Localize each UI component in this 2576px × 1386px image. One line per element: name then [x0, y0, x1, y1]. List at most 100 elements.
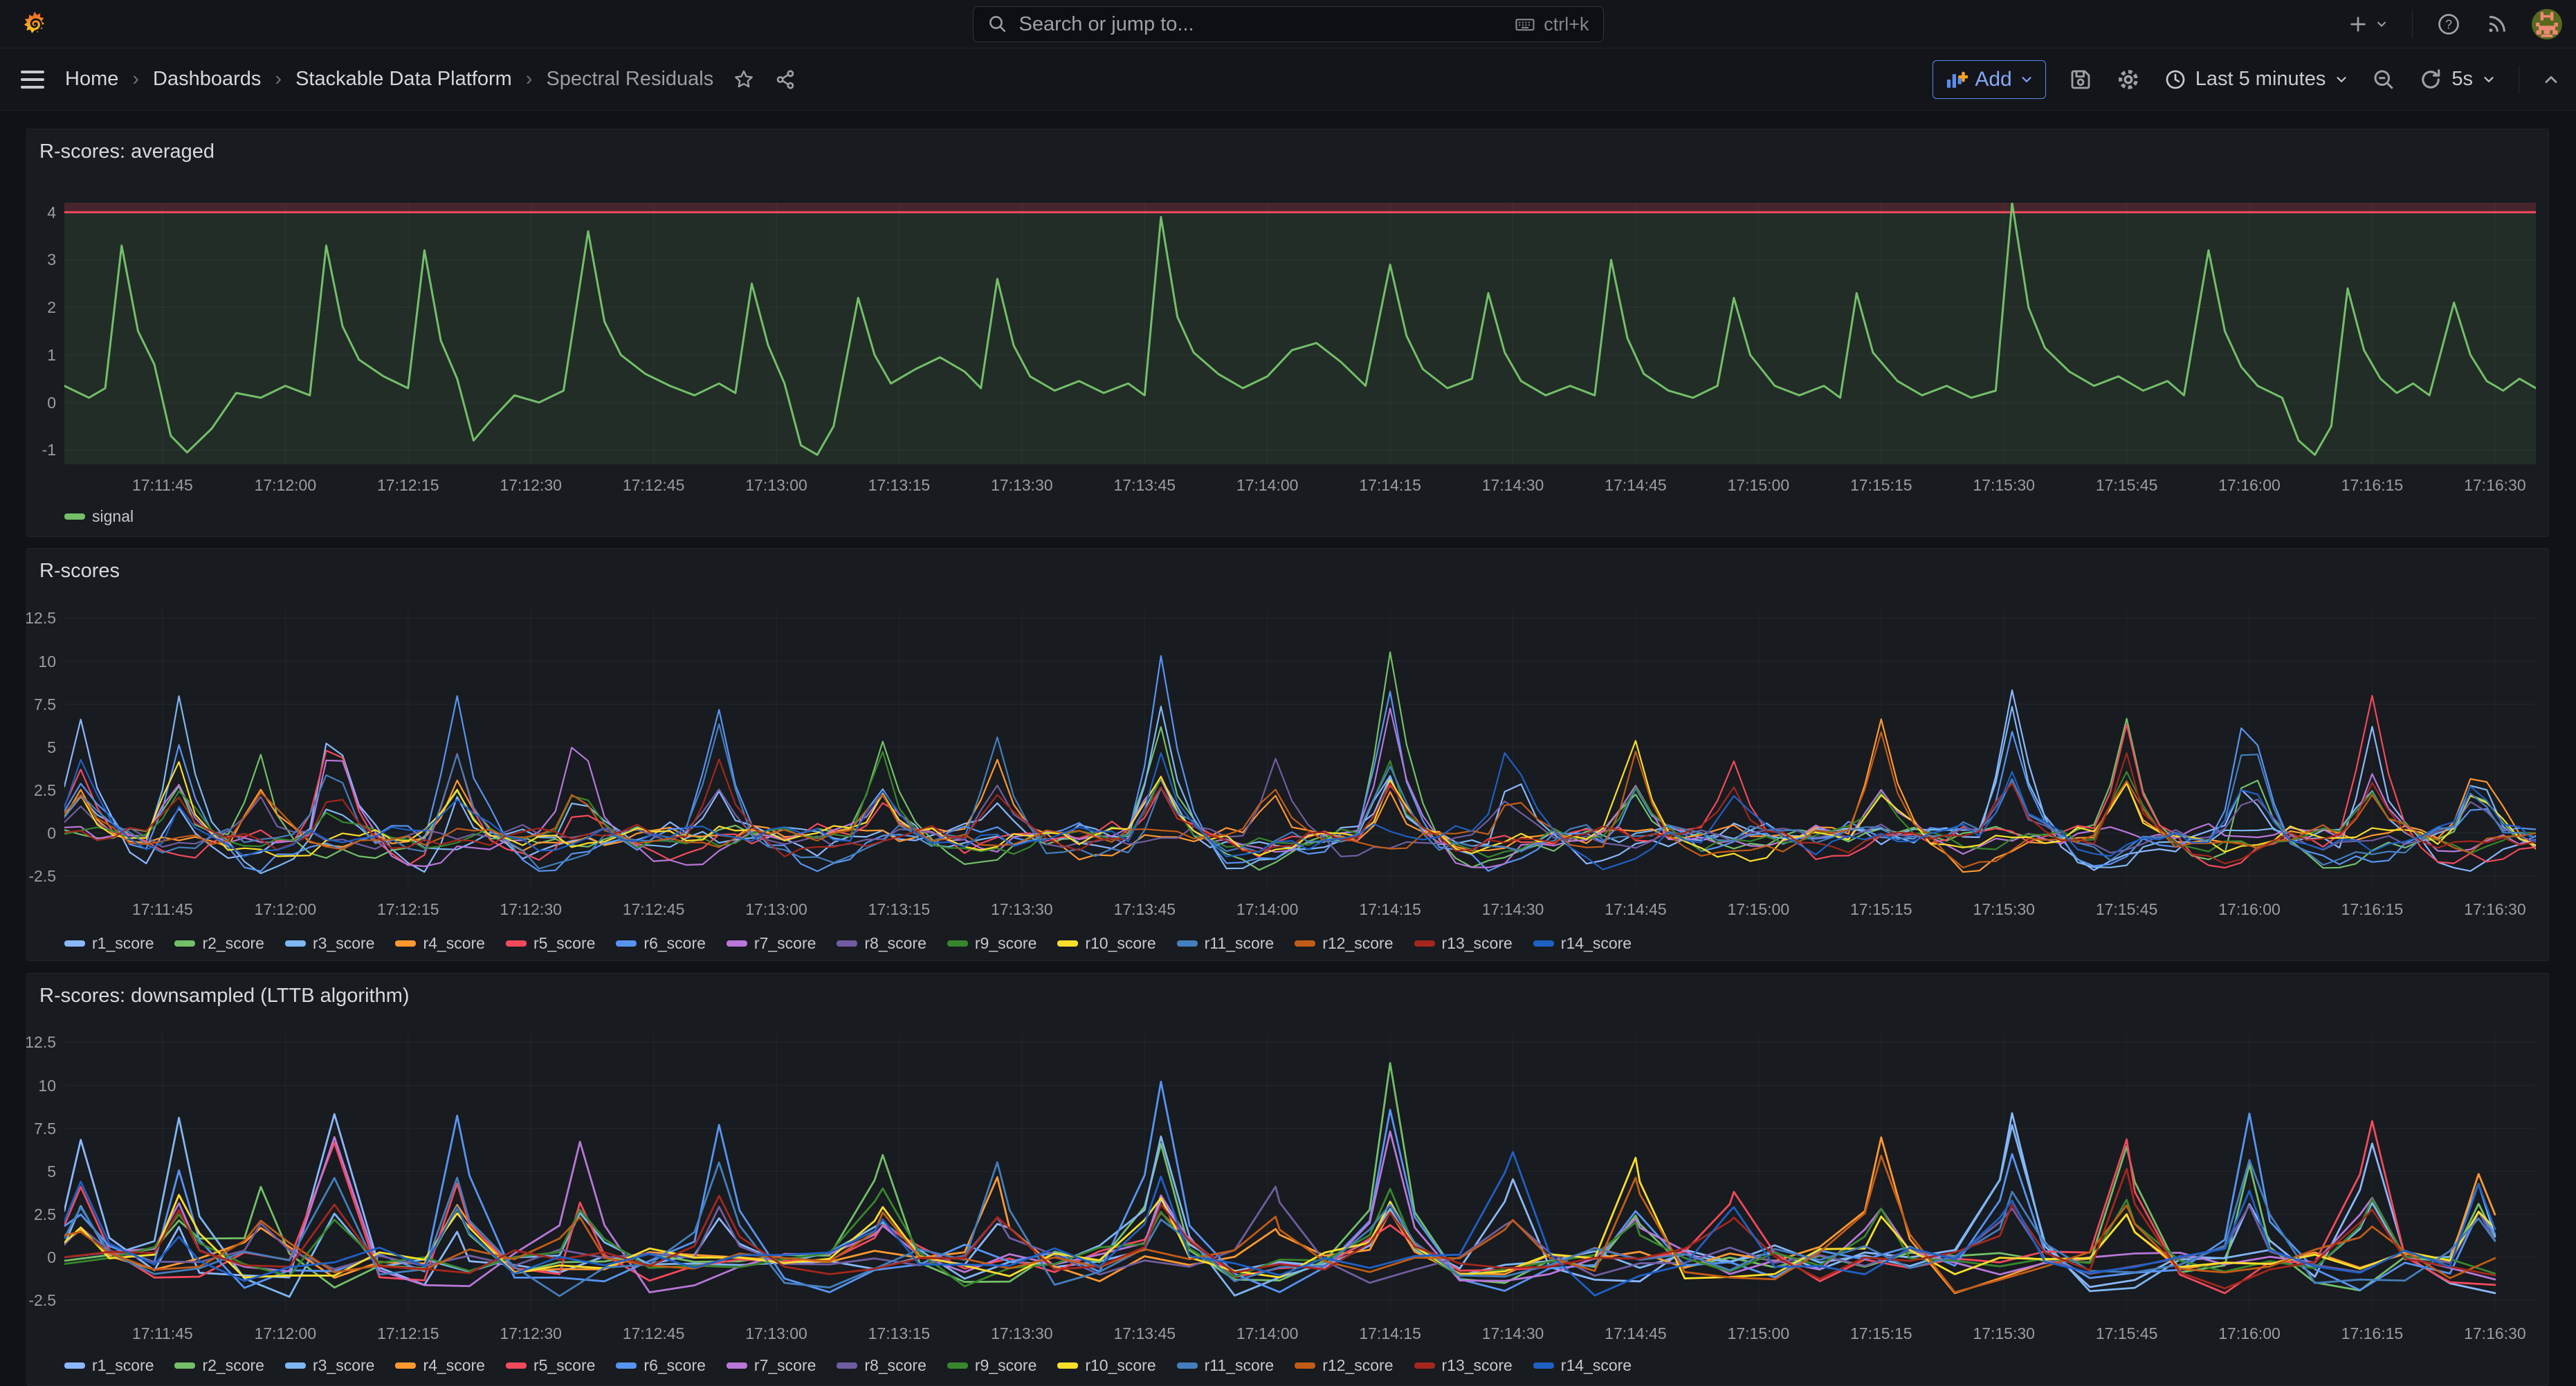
legend-item-r6_score[interactable]: r6_score	[616, 1356, 705, 1375]
chevron-down-icon[interactable]	[2481, 72, 2496, 87]
legend-label: r8_score	[864, 1356, 926, 1375]
x-tick-label: 17:16:30	[2440, 475, 2550, 495]
x-tick-label: 17:12:00	[230, 900, 340, 919]
legend: r1_score r2_score r3_score r4_score r5_score…	[64, 1356, 1632, 1375]
x-tick-label: 17:12:15	[353, 475, 464, 495]
grafana-home-button[interactable]	[14, 10, 48, 38]
x-tick-label: 17:11:45	[107, 475, 218, 495]
legend-item-r8_score[interactable]: r8_score	[837, 1356, 926, 1375]
legend-swatch	[1295, 1362, 1315, 1369]
legend-label: r1_score	[92, 934, 154, 953]
avatar-pixel-art	[2532, 9, 2562, 39]
time-series-plot[interactable]	[64, 1034, 2536, 1314]
x-tick-label: 17:14:00	[1212, 1324, 1323, 1343]
legend-label: r7_score	[754, 934, 816, 953]
help-button[interactable]: ?	[2436, 12, 2461, 37]
breadcrumb-folder[interactable]: Stackable Data Platform	[295, 68, 512, 91]
x-tick-label: 17:13:30	[967, 475, 1077, 495]
add-panel-button[interactable]: Add	[1933, 60, 2045, 99]
user-avatar[interactable]	[2532, 9, 2562, 39]
legend-item-r5_score[interactable]: r5_score	[506, 934, 595, 953]
legend-swatch	[1414, 1362, 1435, 1369]
legend-item-r3_score[interactable]: r3_score	[285, 1356, 374, 1375]
legend-item-r7_score[interactable]: r7_score	[727, 934, 816, 953]
time-range-picker[interactable]: Last 5 minutes	[2164, 68, 2350, 91]
breadcrumb-home[interactable]: Home	[65, 68, 118, 91]
zoom-out-time-button[interactable]	[2371, 67, 2396, 92]
save-icon	[2068, 67, 2093, 92]
legend-item-r1_score[interactable]: r1_score	[64, 1356, 154, 1375]
x-tick-label: 17:15:30	[1948, 475, 2059, 495]
legend-item-r5_score[interactable]: r5_score	[506, 1356, 595, 1375]
panel-r-scores-averaged: R-scores: averaged 17:11:4517:12:0017:12…	[26, 129, 2549, 537]
time-series-plot[interactable]	[64, 203, 2536, 464]
legend-item-signal[interactable]: signal	[64, 507, 134, 526]
collapse-toolbar-button[interactable]	[2541, 70, 2561, 89]
x-tick-label: 17:14:00	[1212, 900, 1323, 919]
x-tick-label: 17:12:45	[599, 900, 709, 919]
legend-swatch	[727, 1362, 747, 1369]
refresh-icon	[2418, 67, 2443, 92]
legend-swatch	[285, 1362, 306, 1369]
legend-item-r1_score[interactable]: r1_score	[64, 934, 154, 953]
legend-swatch	[1533, 940, 1554, 947]
x-tick-label: 17:12:45	[599, 475, 709, 495]
time-series-plot[interactable]	[64, 610, 2536, 890]
legend-item-r12_score[interactable]: r12_score	[1295, 1356, 1393, 1375]
legend-item-r13_score[interactable]: r13_score	[1414, 934, 1513, 953]
legend-item-r9_score[interactable]: r9_score	[947, 1356, 1036, 1375]
panel-r-scores-downsampled: R-scores: downsampled (LTTB algorithm) 1…	[26, 973, 2549, 1386]
legend-label: r4_score	[423, 934, 484, 953]
legend-swatch	[285, 940, 306, 947]
x-tick-label: 17:16:15	[2317, 900, 2427, 919]
legend-item-r10_score[interactable]: r10_score	[1057, 934, 1155, 953]
legend-item-r13_score[interactable]: r13_score	[1414, 1356, 1513, 1375]
add-button-label: Add	[1975, 68, 2011, 91]
dashboard-quick-actions	[733, 69, 796, 91]
legend-item-r3_score[interactable]: r3_score	[285, 934, 374, 953]
topbar-divider	[2412, 10, 2413, 38]
news-button[interactable]	[2485, 12, 2508, 36]
legend-item-r2_score[interactable]: r2_score	[174, 934, 264, 953]
refresh-interval-label[interactable]: 5s	[2451, 68, 2473, 91]
x-tick-label: 17:15:00	[1703, 475, 1814, 495]
keyboard-icon	[1513, 14, 1537, 35]
search-input[interactable]: Search or jump to... ctrl+k	[973, 6, 1604, 42]
legend-item-r9_score[interactable]: r9_score	[947, 934, 1036, 953]
legend-item-r11_score[interactable]: r11_score	[1177, 934, 1275, 953]
legend-item-r12_score[interactable]: r12_score	[1295, 934, 1393, 953]
save-dashboard-button[interactable]	[2068, 67, 2093, 92]
x-tick-label: 17:15:45	[2072, 475, 2182, 495]
legend-item-r6_score[interactable]: r6_score	[616, 934, 705, 953]
legend-item-r14_score[interactable]: r14_score	[1533, 1356, 1632, 1375]
legend-item-r2_score[interactable]: r2_score	[174, 1356, 264, 1375]
legend-label: signal	[92, 507, 134, 526]
dashboard-settings-button[interactable]	[2115, 66, 2141, 93]
legend-item-r4_score[interactable]: r4_score	[395, 934, 484, 953]
clock-icon	[2164, 68, 2187, 91]
x-tick-label: 17:15:00	[1703, 1324, 1814, 1343]
share-button[interactable]	[774, 69, 796, 91]
x-tick-label: 17:15:15	[1826, 1324, 1937, 1343]
breadcrumb-dashboards[interactable]: Dashboards	[153, 68, 261, 91]
mega-menu-button[interactable]	[21, 71, 44, 89]
refresh-button[interactable]	[2418, 67, 2443, 92]
legend-item-r14_score[interactable]: r14_score	[1533, 934, 1632, 953]
x-tick-label: 17:16:00	[2194, 475, 2305, 495]
legend-item-r4_score[interactable]: r4_score	[395, 1356, 484, 1375]
legend-swatch	[837, 1362, 857, 1369]
favorite-button[interactable]	[733, 69, 755, 91]
legend-item-r7_score[interactable]: r7_score	[727, 1356, 816, 1375]
legend-item-r11_score[interactable]: r11_score	[1177, 1356, 1275, 1375]
legend-label: r14_score	[1561, 934, 1632, 953]
legend-swatch	[837, 940, 857, 947]
panel-plot-area: 17:11:4517:12:0017:12:1517:12:3017:12:45…	[27, 549, 2548, 960]
legend-item-r8_score[interactable]: r8_score	[837, 934, 926, 953]
new-menu-button[interactable]	[2347, 13, 2388, 35]
x-tick-label: 17:13:45	[1089, 1324, 1200, 1343]
breadcrumb-separator: ›	[132, 68, 139, 91]
legend-swatch	[1177, 940, 1198, 947]
x-tick-label: 17:13:30	[967, 1324, 1077, 1343]
legend-item-r10_score[interactable]: r10_score	[1057, 1356, 1155, 1375]
x-tick-label: 17:16:00	[2194, 900, 2305, 919]
